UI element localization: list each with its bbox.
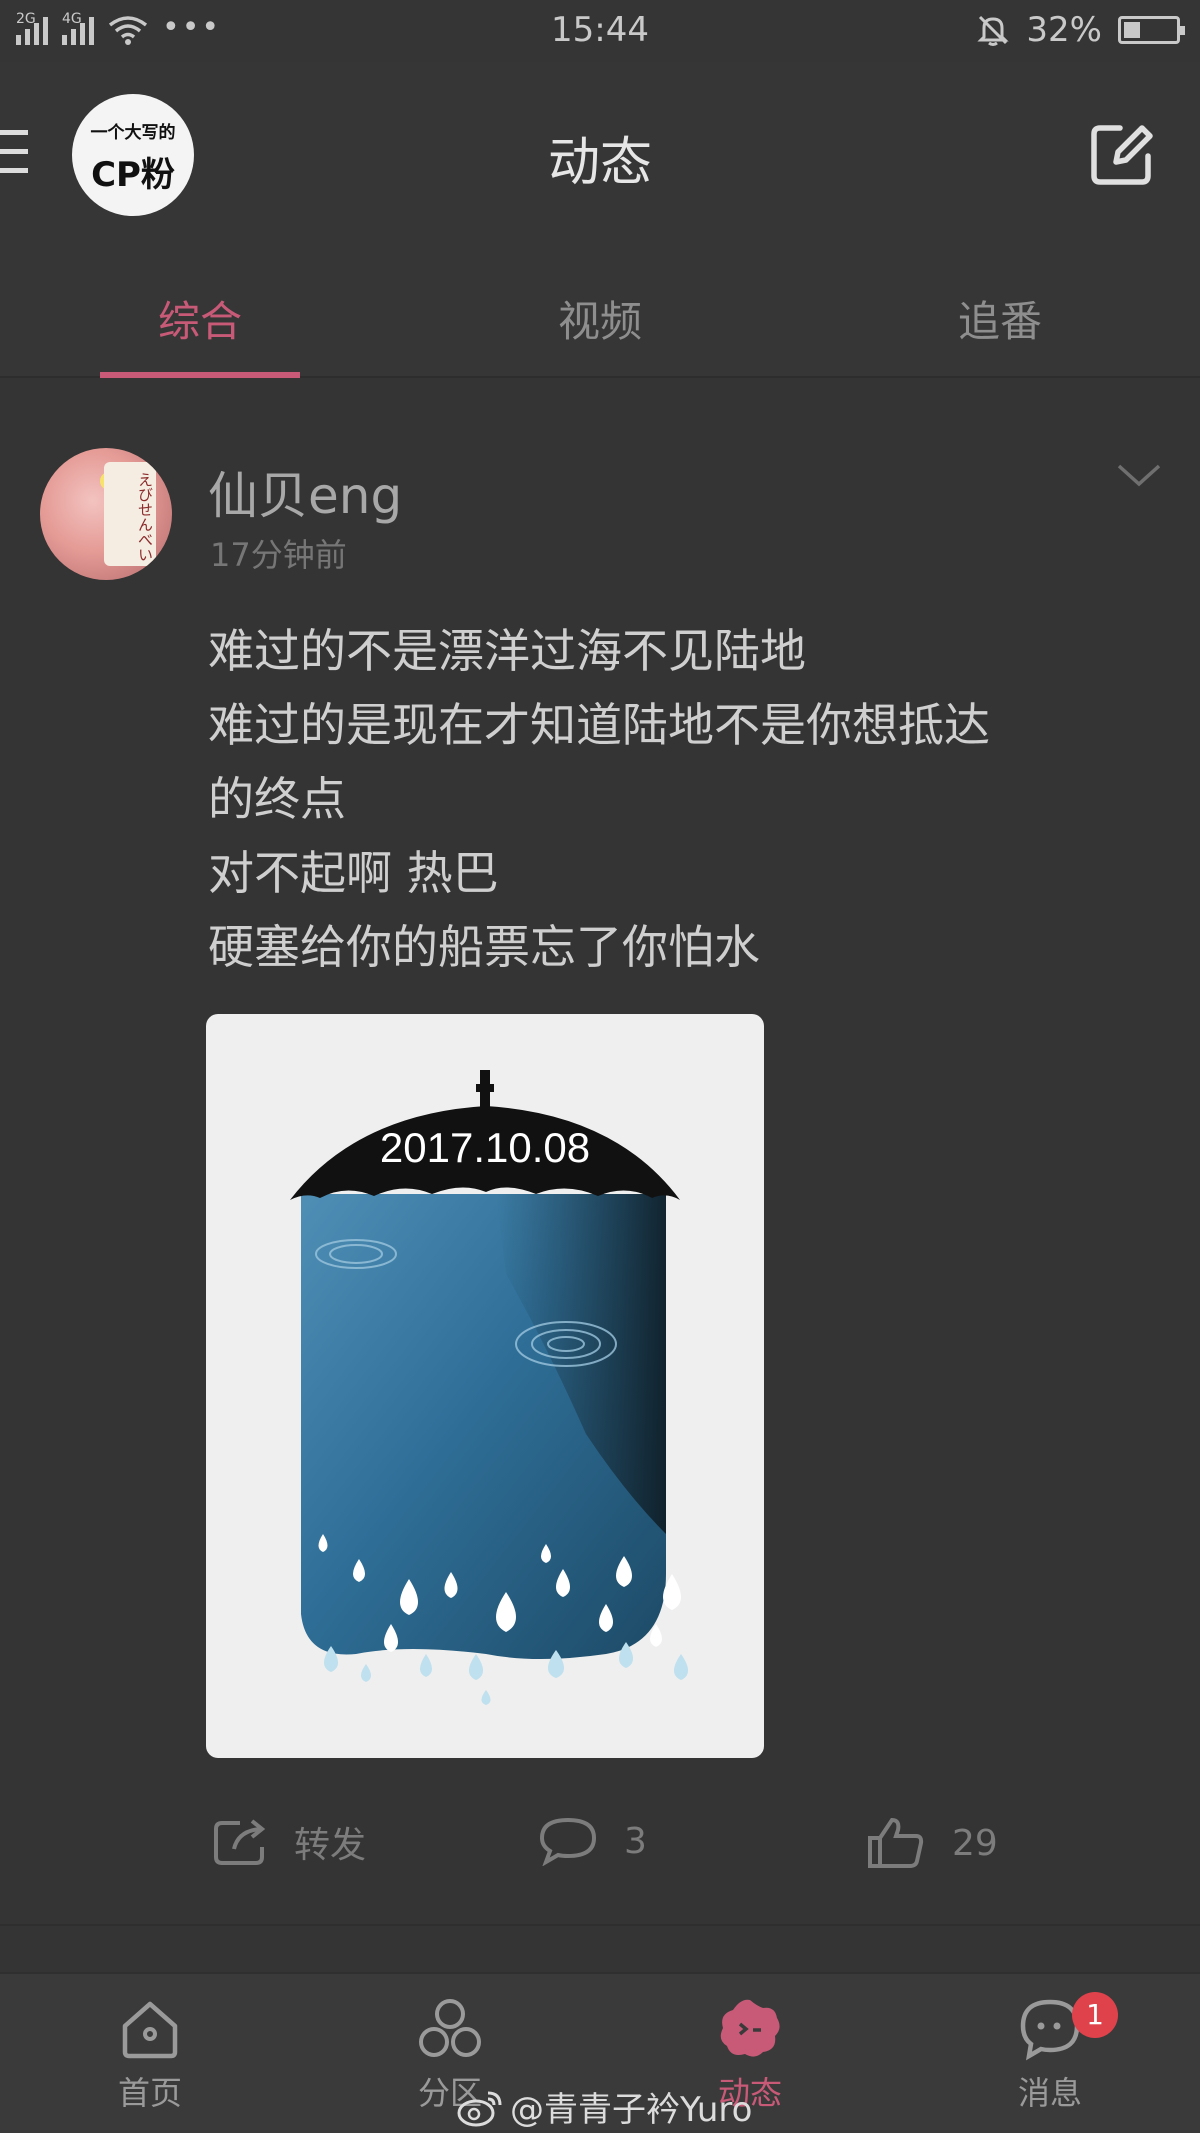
post-time: 17分钟前 — [210, 536, 347, 574]
page-title: 动态 — [547, 133, 652, 193]
tab-anime[interactable]: 追番 — [800, 288, 1200, 349]
like-button[interactable]: 29 — [866, 1816, 998, 1870]
post-text: 难过的不是漂洋过海不见陆地 难过的是现在才知道陆地不是你想抵达 的终点 对不起啊… — [208, 614, 1128, 984]
dynamic-icon — [720, 1999, 780, 2057]
category-icon — [419, 1999, 481, 2057]
active-tab-indicator — [100, 372, 300, 378]
mute-bell-icon — [977, 15, 1010, 46]
nav-message-label: 消息 — [1017, 2074, 1082, 2112]
comment-icon — [539, 1817, 597, 1866]
battery-icon — [1118, 16, 1185, 44]
repost-label: 转发 — [294, 1825, 367, 1866]
nav-home-label: 首页 — [117, 2074, 182, 2112]
app-header: 一个大写的 CP粉 动态 — [0, 62, 1200, 248]
nav-message[interactable]: 消息 1 — [900, 1992, 1200, 2114]
nav-home[interactable]: 首页 — [0, 1996, 300, 2114]
image-date-label: 2017.10.08 — [379, 1124, 591, 1171]
watermark: @青青子衿Yuro — [456, 2082, 752, 2131]
comment-count: 3 — [624, 1820, 647, 1862]
post-username[interactable]: 仙贝eng — [208, 456, 402, 528]
status-bar: 2G 4G ••• 15:44 32% — [0, 0, 1200, 62]
post-text-line: 对不起啊 热巴 — [208, 846, 499, 900]
thumbs-up-icon — [868, 1817, 924, 1868]
feed-post[interactable]: えびせんべい 仙贝eng 17分钟前 难过的不是漂洋过海不见陆地 难过的是现在才… — [0, 396, 1200, 1930]
tab-bar: 综合 视频 追番 — [0, 248, 1200, 378]
repost-button[interactable]: 转发 — [212, 1816, 366, 1868]
weibo-icon — [457, 2091, 502, 2126]
share-icon — [214, 1819, 266, 1865]
chevron-down-icon[interactable] — [1116, 462, 1162, 490]
home-icon — [122, 2001, 178, 2059]
unread-badge: 1 — [1072, 1992, 1118, 2038]
tab-zonghe[interactable]: 综合 — [0, 288, 400, 349]
avatar-text: えびせんべい — [104, 462, 156, 566]
post-image[interactable]: 2017.10.08 — [206, 1014, 764, 1758]
comment-button[interactable]: 3 — [538, 1816, 647, 1866]
post-text-line: 难过的是现在才知道陆地不是你想抵达 — [208, 698, 990, 752]
edit-icon[interactable] — [1086, 120, 1156, 190]
like-count: 29 — [952, 1822, 998, 1864]
battery-percent: 32% — [1026, 10, 1102, 50]
tab-video[interactable]: 视频 — [400, 288, 800, 349]
watermark-text: @青青子衿Yuro — [510, 2090, 753, 2130]
post-text-line: 硬塞给你的船票忘了你怕水 — [208, 920, 760, 974]
post-divider — [0, 1924, 1200, 1926]
status-right: 32% — [976, 10, 1185, 50]
post-text-line: 难过的不是漂洋过海不见陆地 — [208, 624, 806, 678]
user-avatar[interactable]: えびせんべい — [40, 448, 172, 580]
post-text-line: 的终点 — [208, 772, 346, 826]
